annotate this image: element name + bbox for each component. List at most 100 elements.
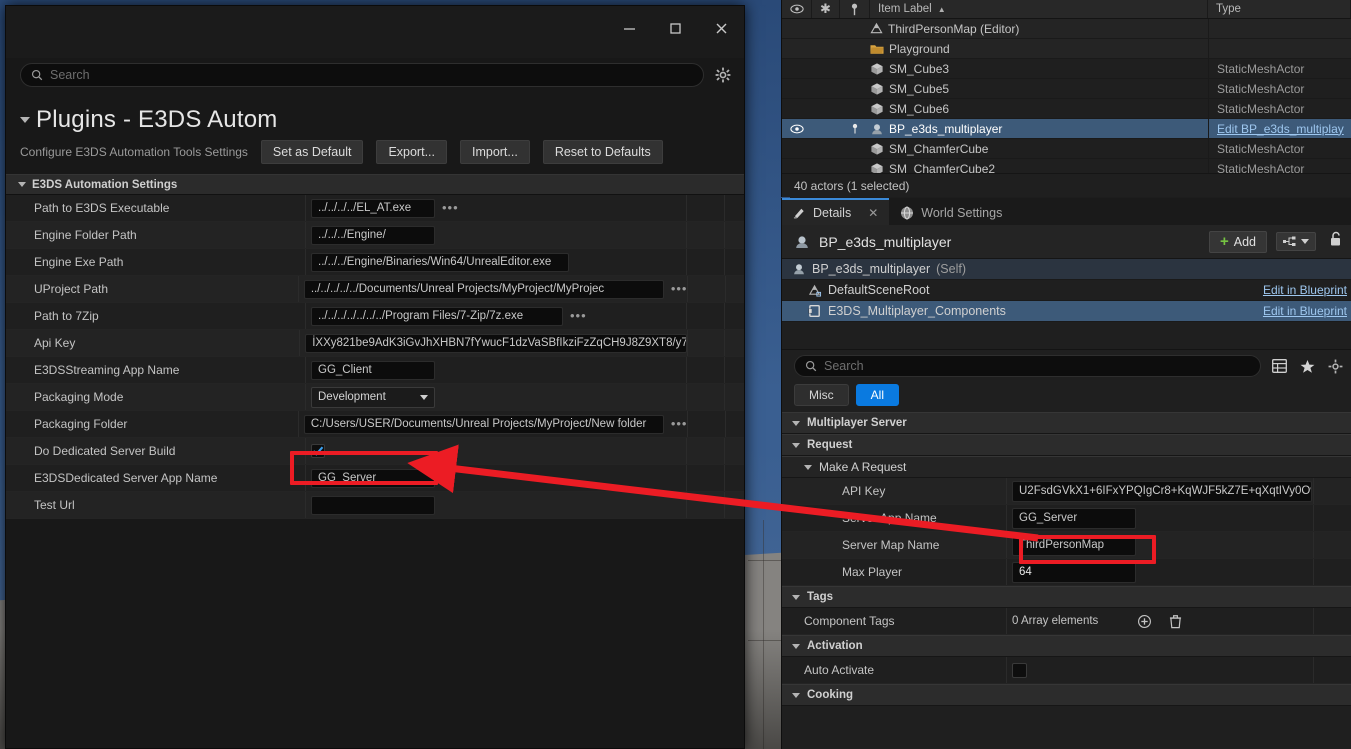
row-pin-icon[interactable] [840, 99, 870, 118]
details-section-header[interactable]: Tags [782, 586, 1351, 608]
setting-row: E3DSStreaming App Name GG_Client [6, 357, 744, 384]
details-text-input[interactable]: U2FsdGVkX1+6IFxYPQIgCr8+KqWJF5kZ7E+qXqtI… [1012, 480, 1312, 502]
row-visibility-eye-icon[interactable] [782, 139, 812, 158]
setting-text-input[interactable]: ../../../../../Documents/Unreal Projects… [303, 279, 664, 299]
filter-misc-button[interactable]: Misc [794, 384, 849, 406]
column-pin-icon[interactable] [840, 0, 870, 18]
row-star-icon[interactable] [812, 99, 840, 118]
row-visibility-eye-icon[interactable] [782, 39, 812, 58]
setting-text-input[interactable]: ../../../../EL_AT.exe [311, 198, 435, 218]
row-star-icon[interactable] [812, 19, 840, 38]
outliner-row-type[interactable]: Edit BP_e3ds_multiplay [1208, 119, 1351, 138]
details-property-value-cell: 0 Array elements [1007, 614, 1313, 629]
outliner-row[interactable]: ThirdPersonMap (Editor) [782, 19, 1351, 39]
tab-details-label: Details [813, 205, 852, 220]
setting-text-input[interactable] [311, 495, 435, 515]
gear-icon[interactable] [712, 64, 734, 86]
details-text-input[interactable]: GG_Server [1012, 507, 1136, 529]
details-section-header[interactable]: Cooking [782, 684, 1351, 706]
add-component-button[interactable]: + Add [1208, 230, 1267, 253]
row-visibility-eye-icon[interactable] [782, 19, 812, 38]
details-section-header[interactable]: Make A Request [782, 456, 1351, 478]
row-star-icon[interactable] [812, 39, 840, 58]
setting-combobox[interactable]: Development [311, 386, 435, 408]
browse-ellipsis-button[interactable]: ••• [570, 309, 587, 322]
export-button[interactable]: Export... [376, 140, 447, 164]
details-section-header[interactable]: Activation [782, 635, 1351, 657]
table-view-icon[interactable] [1269, 356, 1289, 376]
edit-in-blueprint-link[interactable]: Edit in Blueprint [1263, 283, 1351, 297]
component-row[interactable]: E3DS_Multiplayer_Components Edit in Bluep… [782, 301, 1351, 322]
lock-icon[interactable] [1325, 231, 1343, 252]
setting-text-input[interactable]: GG_Client [311, 360, 435, 380]
row-pin-icon[interactable] [840, 79, 870, 98]
search-input[interactable]: Search [20, 63, 704, 87]
setting-text-input[interactable]: ../../../../../../../Program Files/7-Zip… [311, 306, 563, 326]
setting-text-input[interactable]: İXXy821be9AdK3iGvJhXHBN7fYwucF1dzVaSBfIk… [305, 333, 688, 353]
details-text-input[interactable]: 64 [1012, 561, 1136, 583]
column-star-icon[interactable]: ✱ [812, 0, 840, 18]
details-checkbox[interactable] [1012, 662, 1027, 678]
row-pin-icon[interactable] [840, 139, 870, 158]
details-search-input[interactable]: Search [794, 355, 1261, 377]
search-icon [805, 360, 817, 372]
component-row[interactable]: DefaultSceneRoot Edit in Blueprint [782, 280, 1351, 301]
component-row[interactable]: BP_e3ds_multiplayer (Self) [782, 259, 1351, 280]
edit-in-blueprint-link[interactable]: Edit in Blueprint [1263, 304, 1351, 318]
row-pin-icon[interactable] [840, 119, 870, 138]
setting-row-reset-cell [724, 330, 744, 356]
favorites-star-icon[interactable] [1297, 356, 1317, 376]
collapse-triangle-icon[interactable] [20, 117, 30, 123]
category-header-e3ds-automation-settings[interactable]: E3DS Automation Settings [6, 174, 744, 195]
outliner-row[interactable]: SM_Cube5 StaticMeshActor [782, 79, 1351, 99]
row-pin-icon[interactable] [840, 19, 870, 38]
column-item-label[interactable]: Item Label ▲ [870, 0, 1208, 18]
setting-label: Path to E3DS Executable [6, 195, 306, 221]
setting-text-input[interactable]: ../../../Engine/ [311, 225, 435, 245]
setting-text-input[interactable]: C:/Users/USER/Documents/Unreal Projects/… [303, 414, 664, 434]
settings-gear-icon[interactable] [1325, 356, 1345, 376]
maximize-button[interactable] [652, 6, 698, 50]
row-star-icon[interactable] [812, 79, 840, 98]
row-visibility-eye-icon[interactable] [782, 59, 812, 78]
setting-text-input[interactable]: GG_Server [311, 468, 435, 488]
row-star-icon[interactable] [812, 139, 840, 158]
row-star-icon[interactable] [812, 119, 840, 138]
browse-ellipsis-button[interactable]: ••• [671, 417, 688, 430]
details-row-spacer [1313, 608, 1351, 634]
row-pin-icon[interactable] [840, 59, 870, 78]
tab-details[interactable]: Details ✕ [782, 198, 890, 225]
row-visibility-eye-icon[interactable] [782, 99, 812, 118]
details-text-input[interactable]: ThirdPersonMap [1012, 534, 1136, 556]
reset-to-defaults-button[interactable]: Reset to Defaults [542, 140, 663, 164]
row-visibility-eye-icon[interactable] [782, 79, 812, 98]
minimize-button[interactable] [606, 6, 652, 50]
column-type[interactable]: Type [1208, 0, 1351, 18]
set-as-default-button[interactable]: Set as Default [260, 140, 364, 164]
delete-array-elements-icon[interactable] [1169, 614, 1182, 629]
outliner-row[interactable]: SM_Cube3 StaticMeshActor [782, 59, 1351, 79]
tab-world-settings[interactable]: World Settings [889, 198, 1014, 225]
outliner-row[interactable]: Playground [782, 39, 1351, 59]
add-array-element-icon[interactable] [1137, 614, 1152, 629]
import-button[interactable]: Import... [459, 140, 530, 164]
setting-checkbox[interactable] [311, 444, 325, 458]
row-star-icon[interactable] [812, 59, 840, 78]
details-section-header[interactable]: Multiplayer Server [782, 412, 1351, 434]
browse-ellipsis-button[interactable]: ••• [671, 282, 688, 295]
browse-ellipsis-button[interactable]: ••• [442, 201, 459, 214]
setting-text-value: ../../../../../Documents/Unreal Projects… [310, 283, 605, 295]
outliner-row[interactable]: BP_e3ds_multiplayer Edit BP_e3ds_multipla… [782, 119, 1351, 139]
setting-text-input[interactable]: ../../../Engine/Binaries/Win64/UnrealEdi… [311, 252, 569, 272]
row-pin-icon[interactable] [840, 39, 870, 58]
outliner-row[interactable]: SM_ChamferCube StaticMeshActor [782, 139, 1351, 159]
setting-row-spacer [686, 222, 724, 248]
details-section-header[interactable]: Request [782, 434, 1351, 456]
close-icon[interactable]: ✕ [868, 206, 878, 220]
column-visibility-eye-icon[interactable] [782, 0, 812, 18]
row-visibility-eye-icon[interactable] [782, 119, 812, 138]
close-button[interactable] [698, 6, 744, 50]
component-view-options-button[interactable] [1276, 232, 1316, 251]
filter-all-button[interactable]: All [855, 384, 900, 406]
outliner-row[interactable]: SM_Cube6 StaticMeshActor [782, 99, 1351, 119]
